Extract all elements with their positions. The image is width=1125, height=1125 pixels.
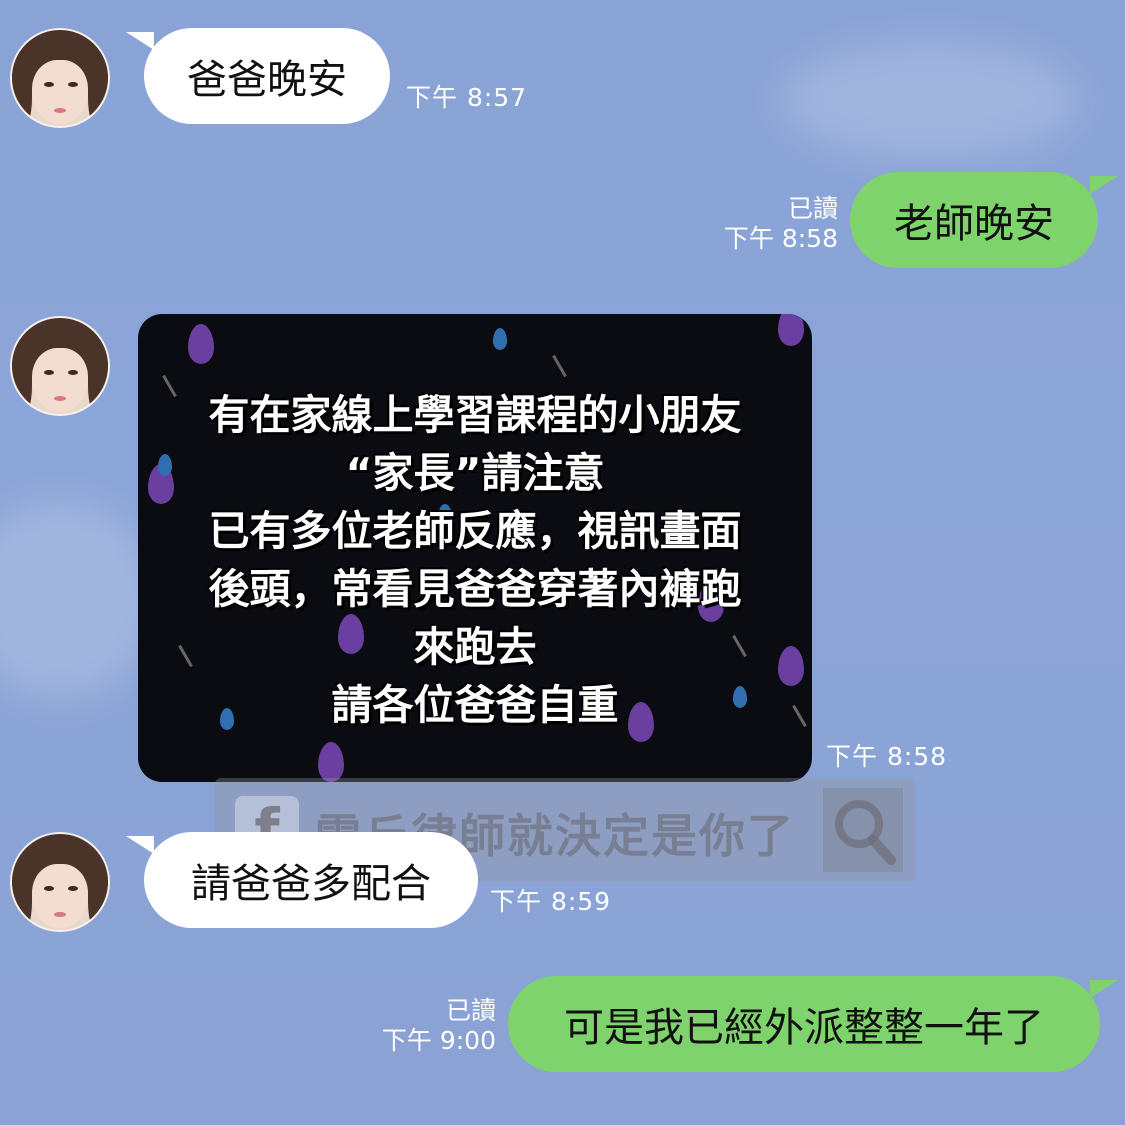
bubble-tail (1090, 176, 1118, 194)
bubble-tail (1090, 980, 1118, 998)
message-time: 下午 8:57 (406, 83, 528, 112)
message-time: 下午 8:58 (826, 742, 948, 771)
message-bubble-incoming[interactable]: 爸爸晚安 (144, 28, 390, 124)
contact-avatar[interactable] (10, 832, 110, 932)
image-text-line: 已有多位老師反應，視訊畫面 (208, 507, 742, 555)
message-bubble-outgoing[interactable]: 可是我已經外派整整一年了 (508, 976, 1100, 1072)
image-text-line: 後頭，常看見爸爸穿著內褲跑 (208, 565, 742, 613)
raindrop-decoration (778, 314, 804, 346)
message-time: 下午 9:00 (381, 1026, 496, 1055)
image-text-line: 來跑去 (413, 623, 537, 671)
image-text-line: 請各位爸爸自重 (331, 681, 619, 729)
raindrop-decoration (188, 324, 214, 364)
read-receipt: 已讀 (787, 194, 838, 223)
bubble-tail (126, 32, 154, 50)
read-receipt: 已讀 (445, 996, 496, 1025)
image-text-line: 有在家線上學習課程的小朋友 (208, 391, 742, 439)
message-time: 下午 8:58 (723, 224, 838, 253)
background-cloud (780, 40, 1080, 160)
message-meta: 已讀 下午 9:00 (360, 996, 496, 1056)
raindrop-decoration (318, 742, 344, 782)
background-cloud (0, 500, 160, 700)
raindrop-decoration (493, 328, 507, 350)
message-meta: 已讀 下午 8:58 (700, 194, 838, 254)
contact-avatar[interactable] (10, 316, 110, 416)
contact-avatar[interactable] (10, 28, 110, 128)
bubble-tail (126, 836, 154, 854)
message-bubble-incoming[interactable]: 請爸爸多配合 (144, 832, 478, 928)
search-icon (823, 788, 903, 872)
image-text: 有在家線上學習課程的小朋友 “家長”請注意 已有多位老師反應，視訊畫面 後頭，常… (138, 386, 812, 734)
image-message[interactable]: 有在家線上學習課程的小朋友 “家長”請注意 已有多位老師反應，視訊畫面 後頭，常… (138, 314, 812, 782)
message-bubble-outgoing[interactable]: 老師晚安 (850, 172, 1098, 268)
rain-streak (552, 354, 567, 378)
image-text-line: “家長”請注意 (345, 449, 605, 497)
message-time: 下午 8:59 (490, 887, 612, 916)
